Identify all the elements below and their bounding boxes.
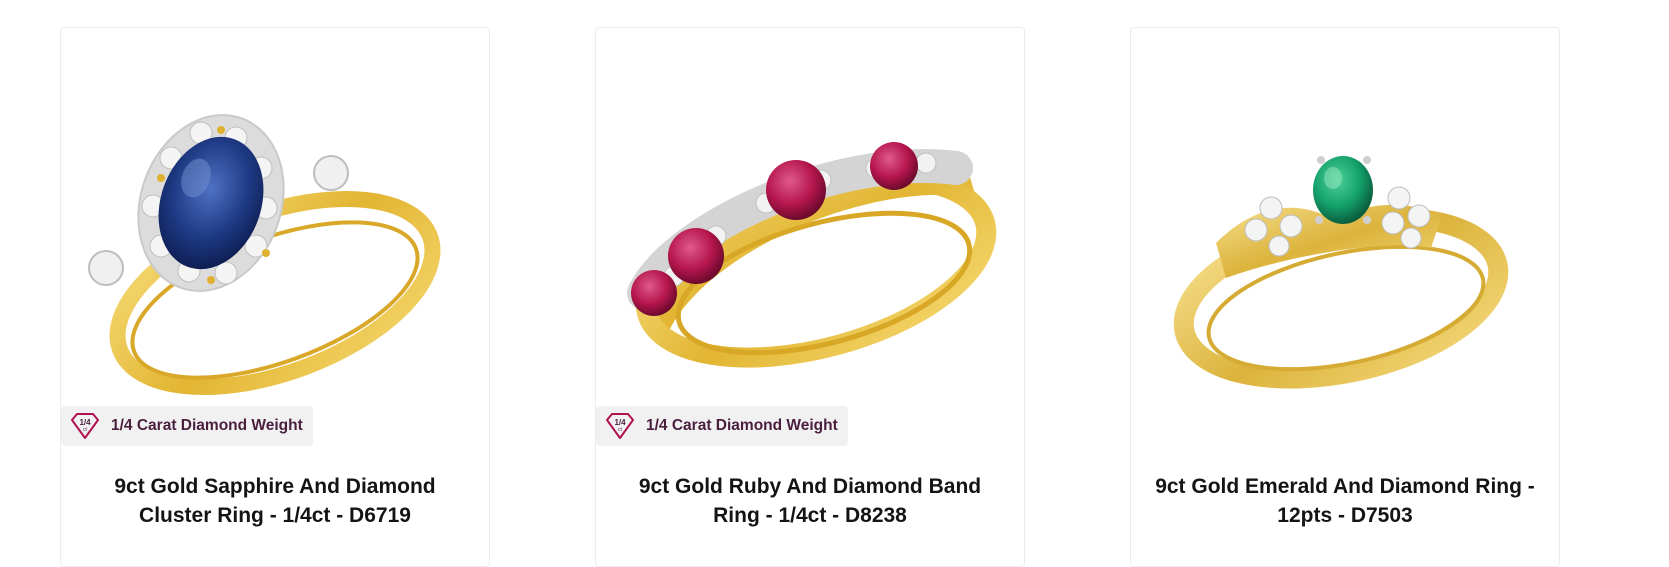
diamond-carat-icon: 1/4 ct <box>69 411 101 441</box>
diamond-weight-label: 1/4 Carat Diamond Weight <box>111 417 303 434</box>
product-image-sapphire-ring[interactable] <box>61 68 489 428</box>
product-card[interactable]: 9ct Gold Emerald And Diamond Ring - 12pt… <box>1130 27 1560 567</box>
product-grid: 1/4 ct 1/4 Carat Diamond Weight 9ct Gold… <box>0 0 1669 567</box>
product-card[interactable]: 1/4 ct 1/4 Carat Diamond Weight 9ct Gold… <box>595 27 1025 567</box>
diamond-weight-badge: 1/4 ct 1/4 Carat Diamond Weight <box>596 406 848 446</box>
product-image-emerald-ring[interactable] <box>1131 68 1559 428</box>
product-title[interactable]: 9ct Gold Sapphire And Diamond Cluster Ri… <box>81 472 469 530</box>
product-image-ruby-band-ring[interactable] <box>596 68 1024 428</box>
svg-text:1/4: 1/4 <box>79 418 91 427</box>
product-title[interactable]: 9ct Gold Ruby And Diamond Band Ring - 1/… <box>616 472 1004 530</box>
svg-text:ct: ct <box>83 427 88 433</box>
diamond-carat-icon: 1/4 ct <box>604 411 636 441</box>
diamond-weight-label: 1/4 Carat Diamond Weight <box>646 417 838 434</box>
product-title[interactable]: 9ct Gold Emerald And Diamond Ring - 12pt… <box>1151 472 1539 530</box>
diamond-weight-badge: 1/4 ct 1/4 Carat Diamond Weight <box>61 406 313 446</box>
svg-text:1/4: 1/4 <box>614 418 626 427</box>
svg-text:ct: ct <box>618 427 623 433</box>
product-card[interactable]: 1/4 ct 1/4 Carat Diamond Weight 9ct Gold… <box>60 27 490 567</box>
